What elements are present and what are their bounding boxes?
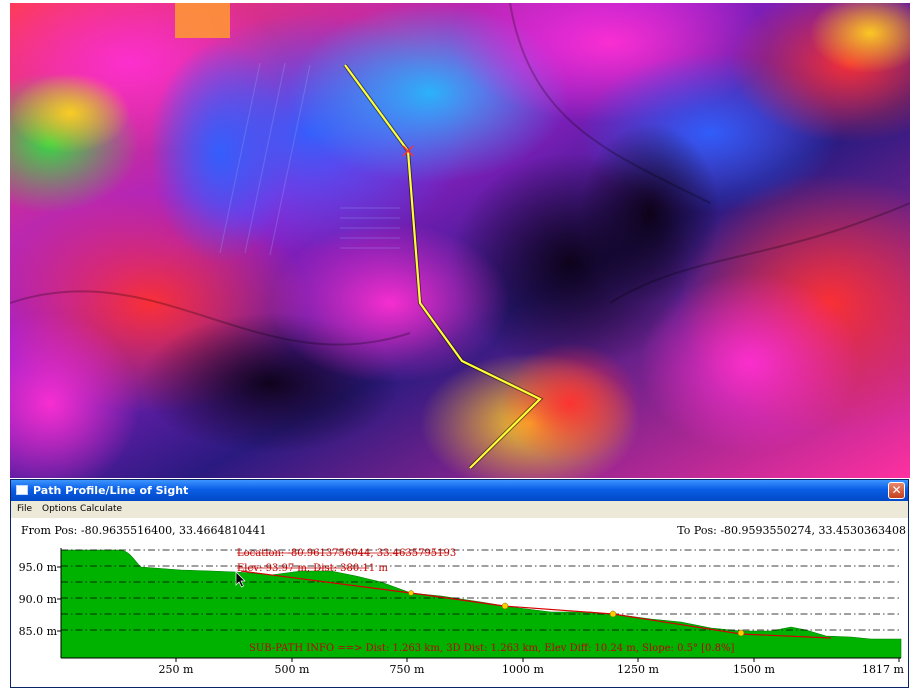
x-tick-label: 1250 m [617,663,659,676]
x-tick-label: 500 m [275,663,310,676]
x-tick-label: 1817 m [862,663,904,676]
path-profile-window: Path Profile/Line of Sight ✕ File Option… [10,479,909,688]
elevation-profile-chart[interactable]: 95.0 m 90.0 m 85.0 m 250 m 500 m 750 m 1… [11,518,908,688]
x-tick-label: 1000 m [502,663,544,676]
x-tick-label: 1500 m [733,663,775,676]
menu-options[interactable]: Options [42,504,77,514]
y-tick-label: 90.0 m [19,593,58,606]
close-button[interactable]: ✕ [888,482,905,499]
profile-panel: From Pos: -80.9635516400, 33.4664810441 … [11,518,908,687]
x-tick-label: 750 m [390,663,425,676]
y-tick-label: 85.0 m [19,625,58,638]
window-title: Path Profile/Line of Sight [33,484,189,497]
menu-calculate[interactable]: Calculate [80,504,122,514]
menu-file[interactable]: File [17,504,32,514]
y-tick-label: 95.0 m [19,561,58,574]
elevation-map[interactable] [10,3,910,478]
x-tick-label: 250 m [159,663,194,676]
cursor-location-label: Location: -80.9613756044, 33.4635795193 [237,548,456,559]
title-bar[interactable]: Path Profile/Line of Sight ✕ [11,480,908,501]
elevation-map-canvas[interactable] [10,3,910,478]
cursor-elevation-label: Elev: 93.97 m, Dist: 380.11 m [237,563,388,574]
menu-bar: File Options Calculate [11,501,908,518]
window-icon [16,485,28,495]
subpath-info-label: SUB-PATH INFO ==> Dist: 1.263 km, 3D Dis… [249,643,734,654]
